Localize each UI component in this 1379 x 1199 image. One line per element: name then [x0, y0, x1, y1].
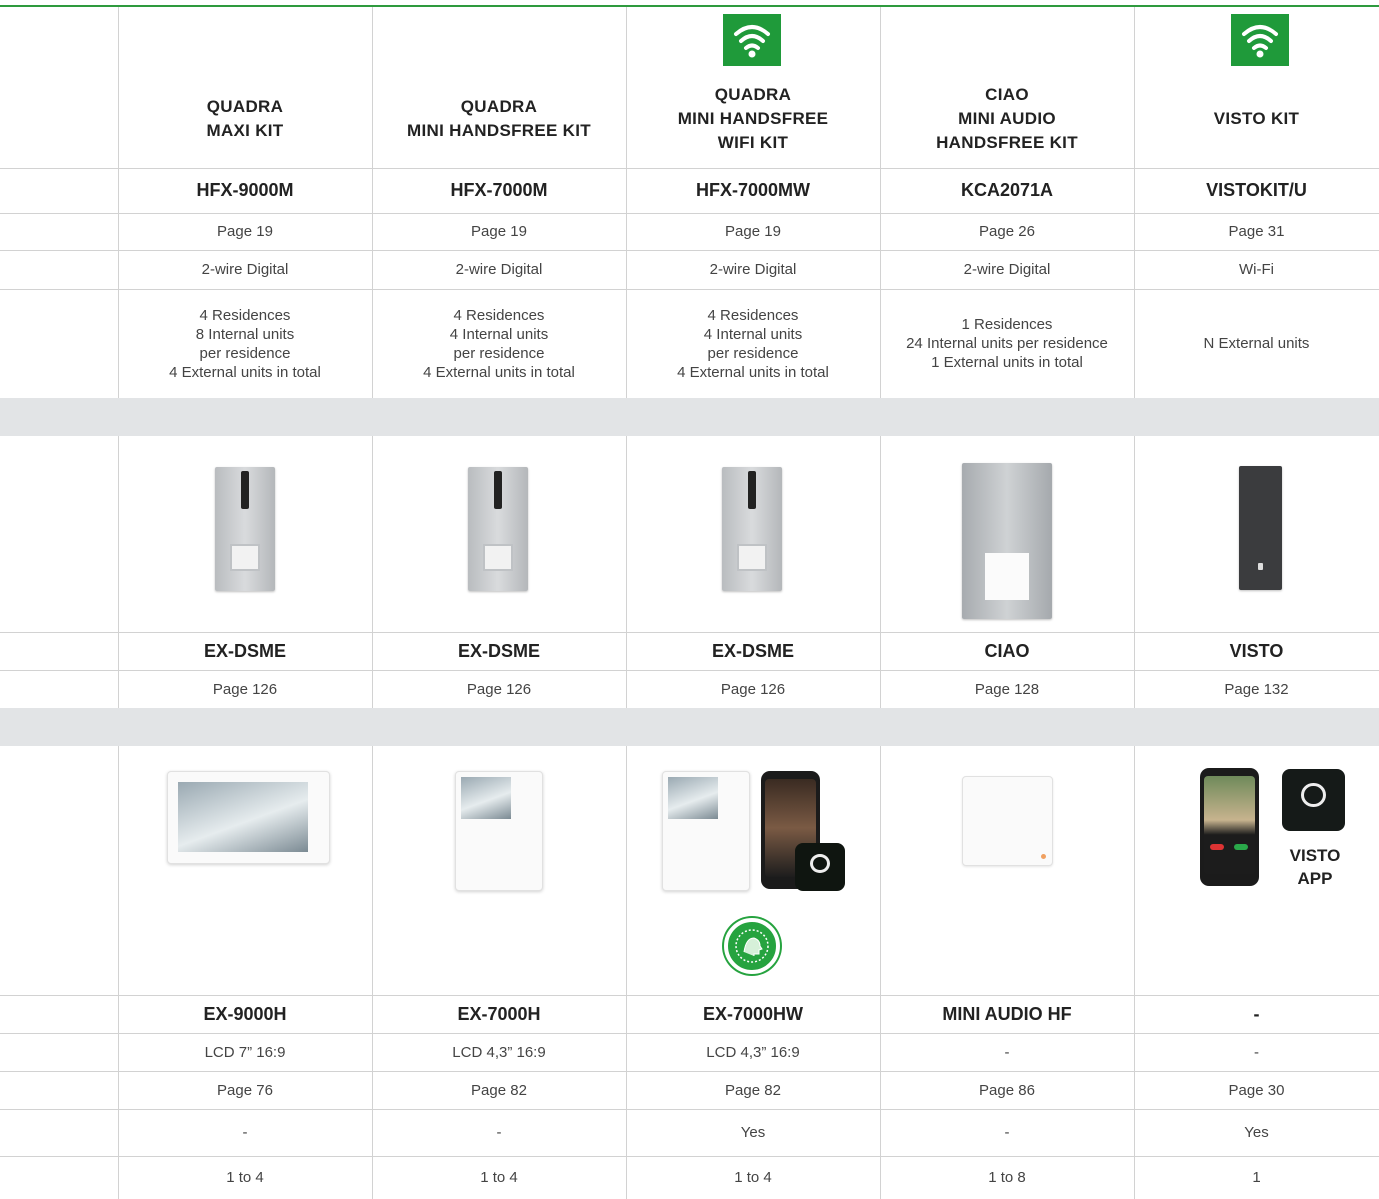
expandable-units: 1 to 4: [480, 1169, 518, 1186]
technology-row: 2-wire Digital 2-wire Digital 2-wire Dig…: [0, 250, 1379, 289]
app-support: -: [242, 1124, 248, 1141]
expandable-units: 1 to 4: [226, 1169, 264, 1186]
app-support: Yes: [740, 1124, 766, 1141]
page-reference: Page 76: [217, 1081, 273, 1099]
kit-title: QUADRA MAXI KIT: [206, 97, 284, 140]
external-unit-name: EX-DSME: [711, 640, 794, 661]
internal-unit-image: [662, 771, 750, 891]
external-unit-image: [722, 467, 782, 591]
technology: 2-wire Digital: [455, 261, 543, 278]
page-reference: Page 19: [471, 223, 527, 240]
external-unit-image: [1239, 466, 1282, 590]
display-spec: -: [1254, 1043, 1259, 1061]
internal-unit-name: EX-7000H: [457, 1003, 541, 1024]
internal-unit-name: EX-7000HW: [702, 1003, 804, 1024]
kit-code: KCA2071A: [960, 180, 1054, 200]
app-row: - - Yes - Yes: [0, 1109, 1379, 1156]
expandable-units: 1 to 8: [988, 1169, 1026, 1186]
page-reference: Page 132: [1224, 680, 1289, 698]
page-reference: Page 126: [212, 680, 278, 698]
external-unit-image: [962, 463, 1052, 619]
kit-code-row: HFX-9000M HFX-7000M HFX-7000MW KCA2071A …: [0, 168, 1379, 213]
page-reference: Page 82: [725, 1081, 781, 1099]
page-reference: Page 86: [979, 1081, 1035, 1099]
capacity-row: 4 Residences 8 Internal units per reside…: [0, 289, 1379, 398]
kit-page-row: Page 19 Page 19 Page 19 Page 26 Page 31: [0, 213, 1379, 250]
internal-unit-image: [167, 771, 330, 864]
technology: 2-wire Digital: [963, 261, 1051, 278]
external-unit-image: [468, 467, 528, 591]
external-unit-name: VISTO: [1229, 640, 1284, 661]
kit-title: QUADRA MINI HANDSFREE WIFI KIT: [677, 85, 829, 152]
internal-unit-name: -: [1253, 1003, 1260, 1024]
page-reference: Page 19: [725, 223, 781, 240]
internal-unit-image: [455, 771, 543, 891]
app-icon: [795, 843, 845, 891]
kit-code: HFX-9000M: [196, 180, 294, 200]
app-support: Yes: [1244, 1124, 1269, 1141]
app-support: -: [496, 1124, 502, 1141]
display-row: LCD 7” 16:9 LCD 4,3” 16:9 LCD 4,3” 16:9 …: [0, 1033, 1379, 1071]
section-band-external: [0, 398, 1379, 436]
display-spec: LCD 7” 16:9: [204, 1043, 286, 1061]
display-spec: LCD 4,3” 16:9: [452, 1043, 546, 1061]
kit-title: VISTO KIT: [1213, 109, 1300, 128]
technology: 2-wire Digital: [709, 261, 797, 278]
internal-page-row: Page 76 Page 82 Page 82 Page 86 Page 30: [0, 1071, 1379, 1109]
technology: Wi-Fi: [1239, 261, 1274, 278]
display-spec: LCD 4,3” 16:9: [706, 1043, 800, 1061]
external-name-row: EX-DSME EX-DSME EX-DSME CIAO VISTO: [0, 632, 1379, 670]
expandable-units: 1: [1252, 1169, 1261, 1186]
page-reference: Page 82: [471, 1081, 527, 1099]
capacity: 4 Residences 8 Internal units per reside…: [169, 306, 321, 381]
kit-code: HFX-7000M: [450, 180, 548, 200]
visto-app-label: VISTO APP: [1289, 846, 1341, 888]
page-reference: Page 30: [1228, 1081, 1285, 1099]
wifi-icon: [723, 14, 781, 66]
external-page-row: Page 126 Page 126 Page 126 Page 128 Page…: [0, 670, 1379, 708]
external-unit-name: EX-DSME: [457, 640, 540, 661]
top-accent-line: [0, 5, 1379, 7]
capacity: 4 Residences 4 Internal units per reside…: [423, 306, 575, 381]
kit-code: VISTOKIT/U: [1206, 180, 1307, 200]
internal-name-row: EX-9000H EX-7000H EX-7000HW MINI AUDIO H…: [0, 995, 1379, 1033]
face-recognition-badge: [724, 918, 780, 974]
section-band-internal: [0, 708, 1379, 746]
capacity: 4 Residences 4 Internal units per reside…: [677, 306, 829, 381]
kit-title-row: QUADRA MAXI KIT QUADRA MINI HANDSFREE KI…: [0, 70, 1379, 168]
page-reference: Page 126: [466, 680, 532, 698]
kit-title: QUADRA MINI HANDSFREE KIT: [407, 97, 591, 140]
capacity: 1 Residences 24 Internal units per resid…: [906, 316, 1108, 371]
phone-image: [1200, 768, 1259, 886]
page-reference: Page 31: [1228, 223, 1285, 240]
external-unit-name: CIAO: [984, 640, 1030, 661]
kit-title: CIAO MINI AUDIO HANDSFREE KIT: [936, 85, 1078, 152]
display-spec: -: [1004, 1043, 1010, 1061]
internal-unit-name: EX-9000H: [203, 1003, 287, 1024]
wifi-icon: [1231, 14, 1289, 66]
app-support: -: [1004, 1124, 1010, 1141]
capacity: N External units: [1203, 335, 1310, 352]
technology: 2-wire Digital: [201, 261, 289, 278]
internal-unit-image: [962, 776, 1053, 866]
kit-code: HFX-7000MW: [695, 180, 811, 200]
page-reference: Page 19: [217, 223, 273, 240]
page-reference: Page 126: [720, 680, 786, 698]
page-reference: Page 26: [979, 223, 1035, 240]
page-reference: Page 128: [974, 680, 1040, 698]
expandable-row: 1 to 4 1 to 4 1 to 4 1 to 8 1: [0, 1156, 1379, 1199]
external-unit-image: [215, 467, 275, 591]
external-unit-name: EX-DSME: [203, 640, 286, 661]
app-icon: [1282, 769, 1345, 831]
expandable-units: 1 to 4: [734, 1169, 772, 1186]
internal-unit-name: MINI AUDIO HF: [942, 1003, 1072, 1024]
